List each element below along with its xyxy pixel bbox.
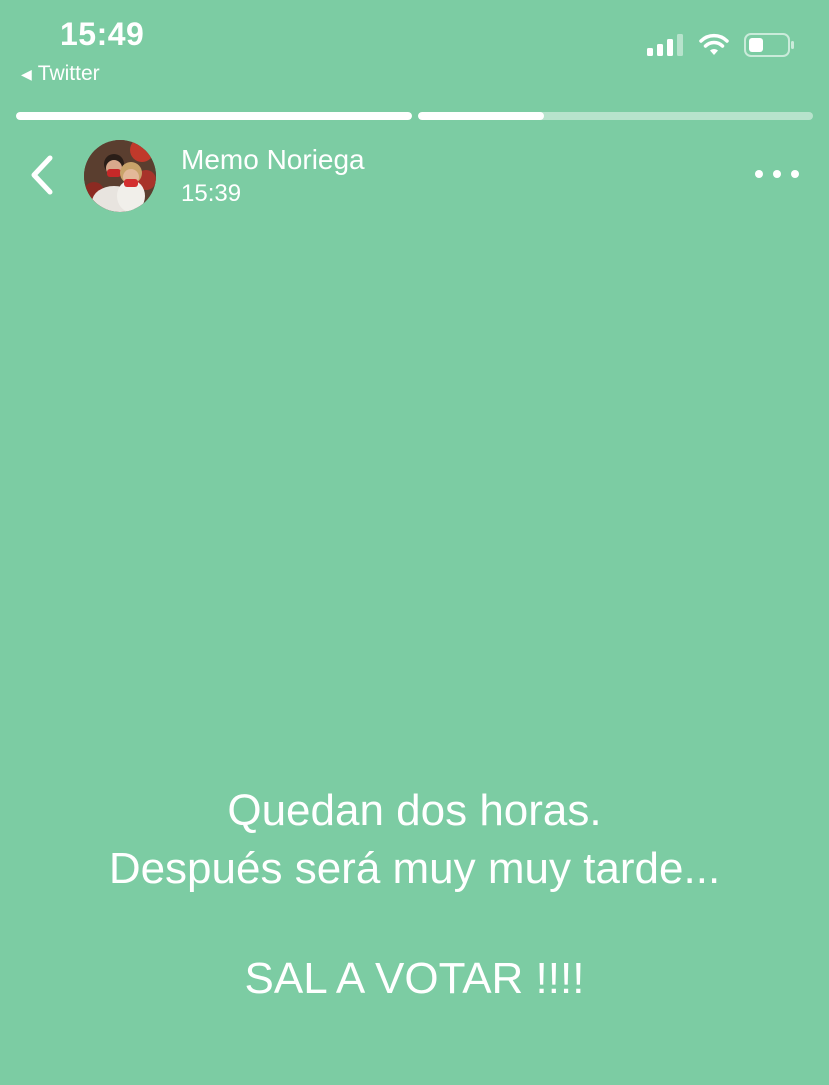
progress-segment-1-fill xyxy=(16,112,412,120)
story-line-3: SAL A VOTAR !!!! xyxy=(244,954,585,1003)
back-triangle-icon: ◀ xyxy=(21,66,32,82)
story-line-2: Después será muy muy tarde... xyxy=(108,844,721,893)
user-name[interactable]: Memo Noriega xyxy=(181,144,365,176)
back-app-label: Twitter xyxy=(37,62,100,85)
story-line-spacer xyxy=(0,898,829,950)
story-header: Memo Noriega 15:39 xyxy=(0,138,829,214)
more-options-icon[interactable] xyxy=(755,166,799,182)
more-dot xyxy=(791,170,799,178)
battery-icon xyxy=(744,33,794,57)
wifi-icon xyxy=(699,33,729,55)
avatar-photo xyxy=(84,140,156,212)
progress-segment-1 xyxy=(16,112,412,120)
avatar[interactable] xyxy=(84,140,156,212)
more-dot xyxy=(755,170,763,178)
story-text: Quedan dos horas. Después será muy muy t… xyxy=(0,782,829,1008)
back-chevron-icon[interactable] xyxy=(24,152,64,198)
more-dot xyxy=(773,170,781,178)
back-to-app-link[interactable]: ◀ Twitter xyxy=(21,62,100,86)
signal-icon xyxy=(647,34,683,56)
post-time: 15:39 xyxy=(181,180,242,207)
status-icons xyxy=(647,33,796,57)
story-line-1: Quedan dos horas. xyxy=(227,786,602,835)
status-time: 15:49 xyxy=(60,16,145,52)
progress-segment-2 xyxy=(417,112,813,120)
story-progress-bar xyxy=(16,112,813,120)
progress-segment-2-fill xyxy=(417,112,545,120)
